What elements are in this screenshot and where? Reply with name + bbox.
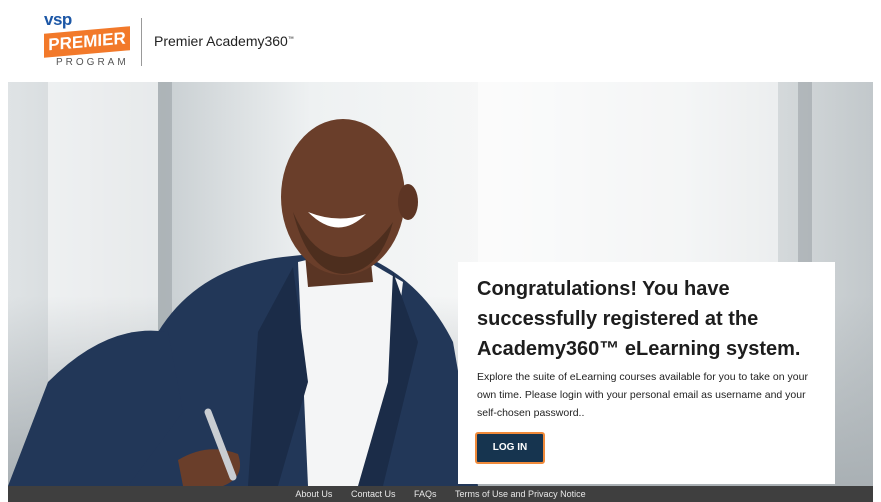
logo-program-text: PROGRAM: [56, 57, 129, 68]
site-footer: About Us Contact Us FAQs Terms of Use an…: [8, 486, 873, 502]
footer-link-about-us[interactable]: About Us: [295, 489, 332, 499]
footer-link-terms[interactable]: Terms of Use and Privacy Notice: [455, 489, 586, 499]
header-divider: [141, 18, 142, 66]
brand-title: Premier Academy360™: [154, 33, 294, 49]
hero-image: Congratulations! You have successfully r…: [8, 82, 873, 486]
smiling-man-illustration: [8, 119, 478, 486]
vsp-premier-logo[interactable]: vsp PREMIER PROGRAM: [42, 10, 138, 74]
logo-premier-text: PREMIER: [44, 26, 130, 58]
footer-link-faqs[interactable]: FAQs: [414, 489, 437, 499]
card-body: Explore the suite of eLearning courses a…: [477, 371, 808, 419]
card-title: Congratulations! You have successfully r…: [477, 278, 801, 360]
registration-card: Congratulations! You have successfully r…: [458, 262, 835, 484]
footer-link-contact-us[interactable]: Contact Us: [351, 489, 396, 499]
site-header: vsp PREMIER PROGRAM Premier Academy360™: [0, 0, 881, 82]
log-in-button[interactable]: LOG IN: [475, 432, 545, 464]
logo-vsp-text: vsp: [44, 10, 72, 29]
